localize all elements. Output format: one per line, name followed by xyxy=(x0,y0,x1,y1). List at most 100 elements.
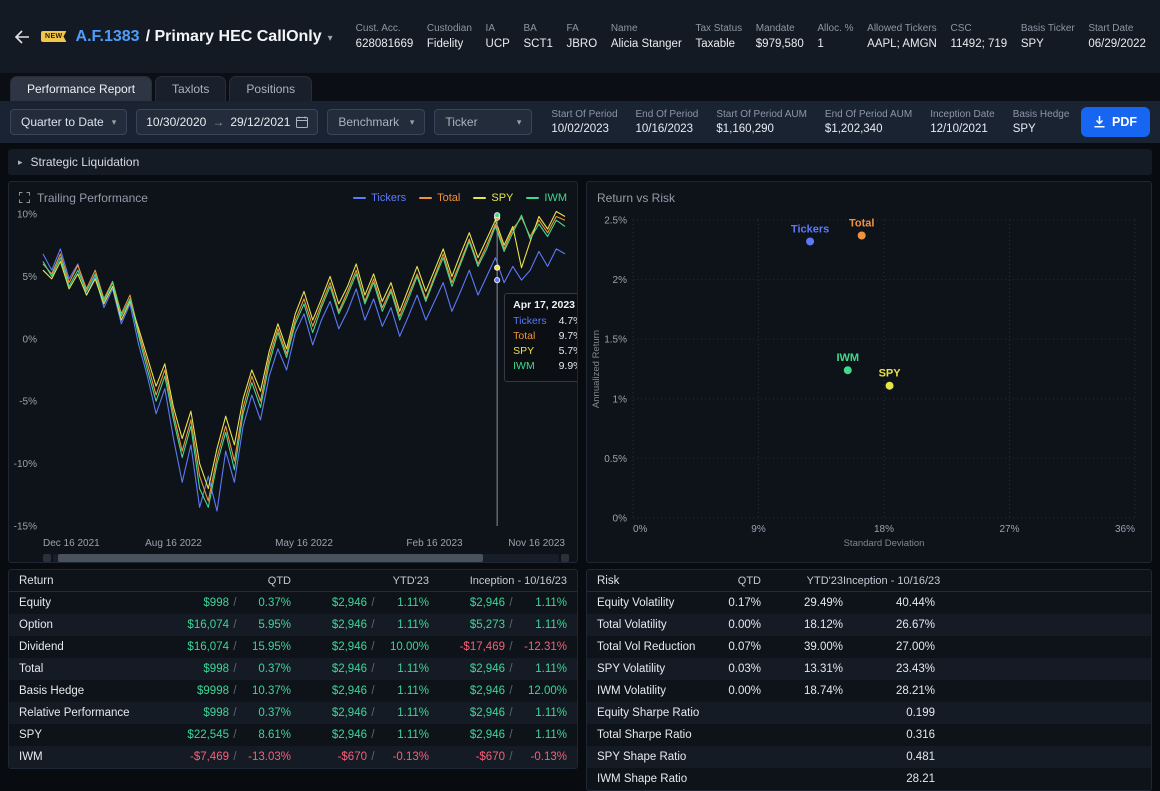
amount-value: $16,074 xyxy=(163,619,229,631)
svg-text:Dec 16 2021: Dec 16 2021 xyxy=(43,538,100,549)
svg-text:27%: 27% xyxy=(999,524,1019,535)
date-range-input[interactable]: 10/30/2020 → 29/12/2021 xyxy=(136,109,318,135)
series-line-iwm xyxy=(43,215,565,507)
panel-title: Return vs Risk xyxy=(597,191,675,205)
slash-separator: / xyxy=(505,641,517,653)
value-inception: 23.43% xyxy=(843,663,935,675)
scrollbar-thumb[interactable] xyxy=(58,554,483,562)
scatter-point-total[interactable] xyxy=(858,231,866,239)
slash-separator: / xyxy=(229,641,241,653)
row-label: Basis Hedge xyxy=(19,685,153,697)
toolbar: Quarter to Date ▾ 10/30/2020 → 29/12/202… xyxy=(0,101,1160,143)
header-field-mandate: Mandate$979,580 xyxy=(756,23,804,50)
period-select-label: Quarter to Date xyxy=(21,115,104,129)
legend-item-tickers[interactable]: Tickers xyxy=(353,192,406,204)
scatter-point-tickers[interactable] xyxy=(806,237,814,245)
slash-separator: / xyxy=(229,663,241,675)
svg-text:5%: 5% xyxy=(23,272,38,283)
amount-value: -$670 xyxy=(301,751,367,763)
percent-value: 15.95% xyxy=(241,641,291,653)
account-title[interactable]: A.F.1383 / Primary HEC CallOnly ▾ xyxy=(76,28,333,46)
percent-value: 1.11% xyxy=(379,707,429,719)
cell-group: $998/0.37% xyxy=(163,597,291,609)
legend-dash-icon xyxy=(526,197,539,199)
value-qtd: 0.03% xyxy=(717,663,761,675)
svg-text:10%: 10% xyxy=(17,210,37,221)
cell-group: $16,074/15.95% xyxy=(163,641,291,653)
value-qtd: 0.07% xyxy=(717,641,761,653)
back-button[interactable] xyxy=(12,28,32,46)
cell-group: $22,545/8.61% xyxy=(163,729,291,741)
amount-value: $2,946 xyxy=(301,641,367,653)
svg-text:0.5%: 0.5% xyxy=(604,454,627,465)
date-arrow-icon: → xyxy=(212,115,224,129)
row-label: Equity Volatility xyxy=(597,597,717,609)
field-label: End Of Period AUM xyxy=(825,109,912,120)
scatter-point-iwm[interactable] xyxy=(844,366,852,374)
chart-scrollbar[interactable] xyxy=(43,554,569,562)
period-select[interactable]: Quarter to Date ▾ xyxy=(10,109,127,135)
pdf-button[interactable]: PDF xyxy=(1081,107,1150,137)
header-field-ba: BASCT1 xyxy=(523,23,552,50)
ticker-select[interactable]: Ticker ▾ xyxy=(434,109,532,135)
field-value: 06/29/2022 xyxy=(1088,38,1146,50)
scrollbar-left-cap[interactable] xyxy=(43,554,51,562)
field-label: Cust. Acc. xyxy=(356,23,414,34)
cell-group: $2,946/1.11% xyxy=(301,597,429,609)
legend-label: IWM xyxy=(544,192,567,204)
benchmark-select[interactable]: Benchmark ▾ xyxy=(327,109,425,135)
field-value: JBRO xyxy=(567,38,598,50)
tab-positions[interactable]: Positions xyxy=(229,76,312,101)
slash-separator: / xyxy=(505,663,517,675)
percent-value: 1.11% xyxy=(517,619,567,631)
download-icon xyxy=(1094,116,1105,128)
header-field-basis-ticker: Basis TickerSPY xyxy=(1021,23,1075,50)
back-arrow-icon xyxy=(14,30,30,44)
cell-group: $9998/10.37% xyxy=(163,685,291,697)
slash-separator: / xyxy=(229,707,241,719)
legend-item-total[interactable]: Total xyxy=(419,192,460,204)
field-value: Alicia Stanger xyxy=(611,38,682,50)
value-inception: 28.21% xyxy=(843,685,935,697)
field-label: CSC xyxy=(950,23,1007,34)
scrollbar-track[interactable] xyxy=(53,554,559,562)
svg-text:SPY: SPY xyxy=(879,368,902,380)
field-label: Basis Hedge xyxy=(1013,109,1070,120)
cell-group: -$670/-0.13% xyxy=(301,751,429,763)
return-vs-risk-chart[interactable]: 0%0.5%1%1.5%2%2.5%0%9%18%27%36%Annualize… xyxy=(587,208,1143,560)
scatter-point-spy[interactable] xyxy=(886,382,894,390)
tab-taxlots[interactable]: Taxlots xyxy=(155,76,226,101)
field-value: 628081669 xyxy=(356,38,414,50)
cell-group: $2,946/1.11% xyxy=(301,707,429,719)
slash-separator: / xyxy=(367,619,379,631)
field-value: 11492; 719 xyxy=(950,38,1007,50)
value-inception: 27.00% xyxy=(843,641,935,653)
slash-separator: / xyxy=(367,707,379,719)
value-ytd: 13.31% xyxy=(761,663,843,675)
cell-group: $2,946/1.11% xyxy=(301,729,429,741)
table-row-relative-performance: Relative Performance$998/0.37%$2,946/1.1… xyxy=(9,702,577,724)
series-line-total xyxy=(43,217,565,502)
svg-text:9%: 9% xyxy=(751,524,766,535)
cell-group: -$17,469/-12.31% xyxy=(439,641,567,653)
tab-performance-report[interactable]: Performance Report xyxy=(10,76,152,101)
chart-legend: Tickers Total SPY IWM xyxy=(353,192,567,204)
slash-separator: / xyxy=(367,641,379,653)
section-strategic-liquidation[interactable]: ▸ Strategic Liquidation xyxy=(8,149,1152,175)
amount-value: $2,946 xyxy=(301,707,367,719)
date-start: 10/30/2020 xyxy=(146,115,206,129)
cell-group: $2,946/1.11% xyxy=(439,597,567,609)
expand-icon[interactable] xyxy=(19,192,30,203)
scrollbar-right-cap[interactable] xyxy=(561,554,569,562)
slash-separator: / xyxy=(367,751,379,763)
percent-value: 1.11% xyxy=(379,597,429,609)
legend-item-iwm[interactable]: IWM xyxy=(526,192,567,204)
amount-value: $2,946 xyxy=(439,663,505,675)
legend-item-spy[interactable]: SPY xyxy=(473,192,513,204)
trailing-performance-chart[interactable]: 10%5%0%-5%-10%-15%Dec 16 2021Aug 16 2022… xyxy=(9,208,575,552)
amount-value: $2,946 xyxy=(301,685,367,697)
percent-value: 1.11% xyxy=(517,707,567,719)
chevron-down-icon: ▾ xyxy=(112,117,117,128)
row-label: SPY Volatility xyxy=(597,663,717,675)
header-fields: Cust. Acc.628081669CustodianFidelityIAUC… xyxy=(356,23,1146,50)
